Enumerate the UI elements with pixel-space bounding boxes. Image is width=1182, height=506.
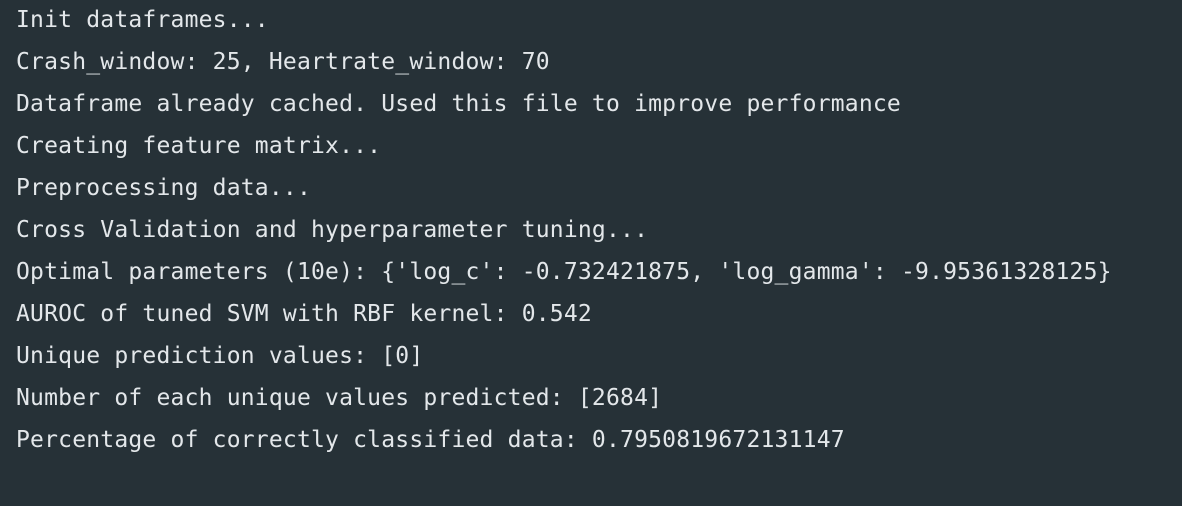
output-line: Unique prediction values: [0] (16, 343, 424, 369)
output-line: Dataframe already cached. Used this file… (16, 91, 901, 117)
output-line: Percentage of correctly classified data:… (16, 427, 845, 453)
output-line: Init dataframes... (16, 7, 269, 33)
output-line: Creating feature matrix... (16, 133, 382, 159)
terminal-output[interactable]: Init dataframes... Crash_window: 25, Hea… (0, 0, 1182, 506)
output-line: Crash_window: 25, Heartrate_window: 70 (16, 49, 550, 75)
output-line: Cross Validation and hyperparameter tuni… (16, 217, 649, 243)
output-line: AUROC of tuned SVM with RBF kernel: 0.54… (16, 301, 592, 327)
output-line: Optimal parameters (10e): {'log_c': -0.7… (16, 259, 1112, 285)
output-line: Preprocessing data... (16, 175, 311, 201)
output-line: Number of each unique values predicted: … (16, 385, 663, 411)
